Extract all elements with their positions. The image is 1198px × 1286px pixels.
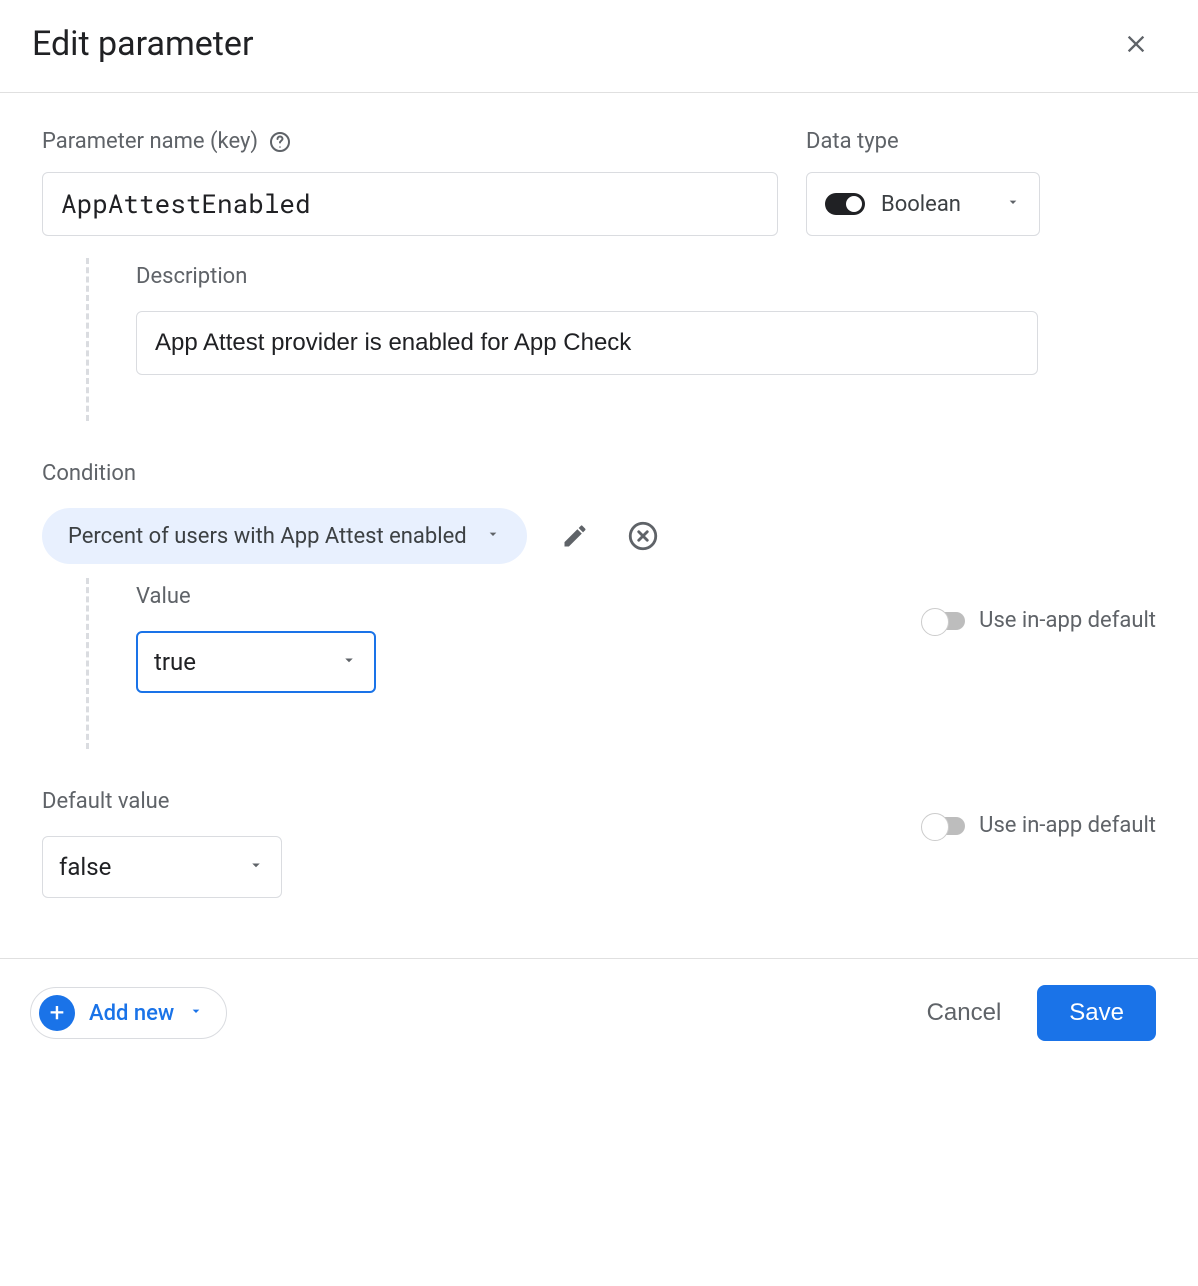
close-button[interactable] [1116,24,1156,64]
default-section: Default value false Use in-app default [42,789,1156,898]
add-new-button[interactable]: + Add new [30,987,227,1039]
data-type-block: Data type Boolean [806,129,1040,236]
condition-section: Condition Percent of users with App Atte… [42,461,1156,749]
default-value-label: Default value [42,789,282,814]
dialog-header: Edit parameter [0,0,1198,93]
data-type-label: Data type [806,129,899,154]
chevron-down-icon [340,651,358,673]
param-name-label: Parameter name (key) [42,129,258,154]
chevron-down-icon [485,526,501,546]
condition-use-in-app-default-toggle[interactable] [923,612,965,630]
close-icon [1122,30,1150,58]
boolean-type-icon [825,193,865,215]
edit-parameter-dialog: Edit parameter Parameter name (key) Data… [0,0,1198,1067]
condition-chip[interactable]: Percent of users with App Attest enabled [42,508,527,564]
description-input[interactable] [136,311,1038,375]
dialog-title: Edit parameter [32,24,253,64]
default-value-select[interactable]: false [42,836,282,898]
plus-icon: + [39,995,75,1031]
edit-condition-button[interactable] [555,516,595,556]
condition-value-select[interactable]: true [136,631,376,693]
param-name-input[interactable] [42,172,778,236]
param-name-block: Parameter name (key) [42,129,778,236]
condition-use-in-app-default-label: Use in-app default [979,608,1156,633]
pencil-icon [561,522,589,550]
remove-condition-button[interactable] [623,516,663,556]
save-button[interactable]: Save [1037,985,1156,1041]
chevron-down-icon [1005,194,1021,214]
value-label: Value [136,584,376,609]
description-label: Description [136,264,1156,289]
close-circle-icon [626,519,660,553]
data-type-value: Boolean [881,192,961,217]
condition-chip-label: Percent of users with App Attest enabled [68,524,467,549]
row-name-type: Parameter name (key) Data type Boolean [42,129,1156,236]
cancel-button[interactable]: Cancel [927,999,1002,1027]
condition-value-block: Value true Use in-app default [86,584,1156,749]
default-value-text: false [59,853,111,881]
chevron-down-icon [188,1003,204,1023]
add-new-label: Add new [89,1001,174,1026]
condition-value-text: true [154,648,196,676]
chevron-down-icon [247,856,265,878]
default-use-in-app-default-toggle[interactable] [923,817,965,835]
description-block: Description [86,264,1156,421]
dialog-body: Parameter name (key) Data type Boolean [0,93,1198,958]
condition-label: Condition [42,461,1156,486]
data-type-select[interactable]: Boolean [806,172,1040,236]
dialog-footer: + Add new Cancel Save [0,958,1198,1067]
help-icon[interactable] [268,130,292,154]
default-use-in-app-default-label: Use in-app default [979,813,1156,838]
